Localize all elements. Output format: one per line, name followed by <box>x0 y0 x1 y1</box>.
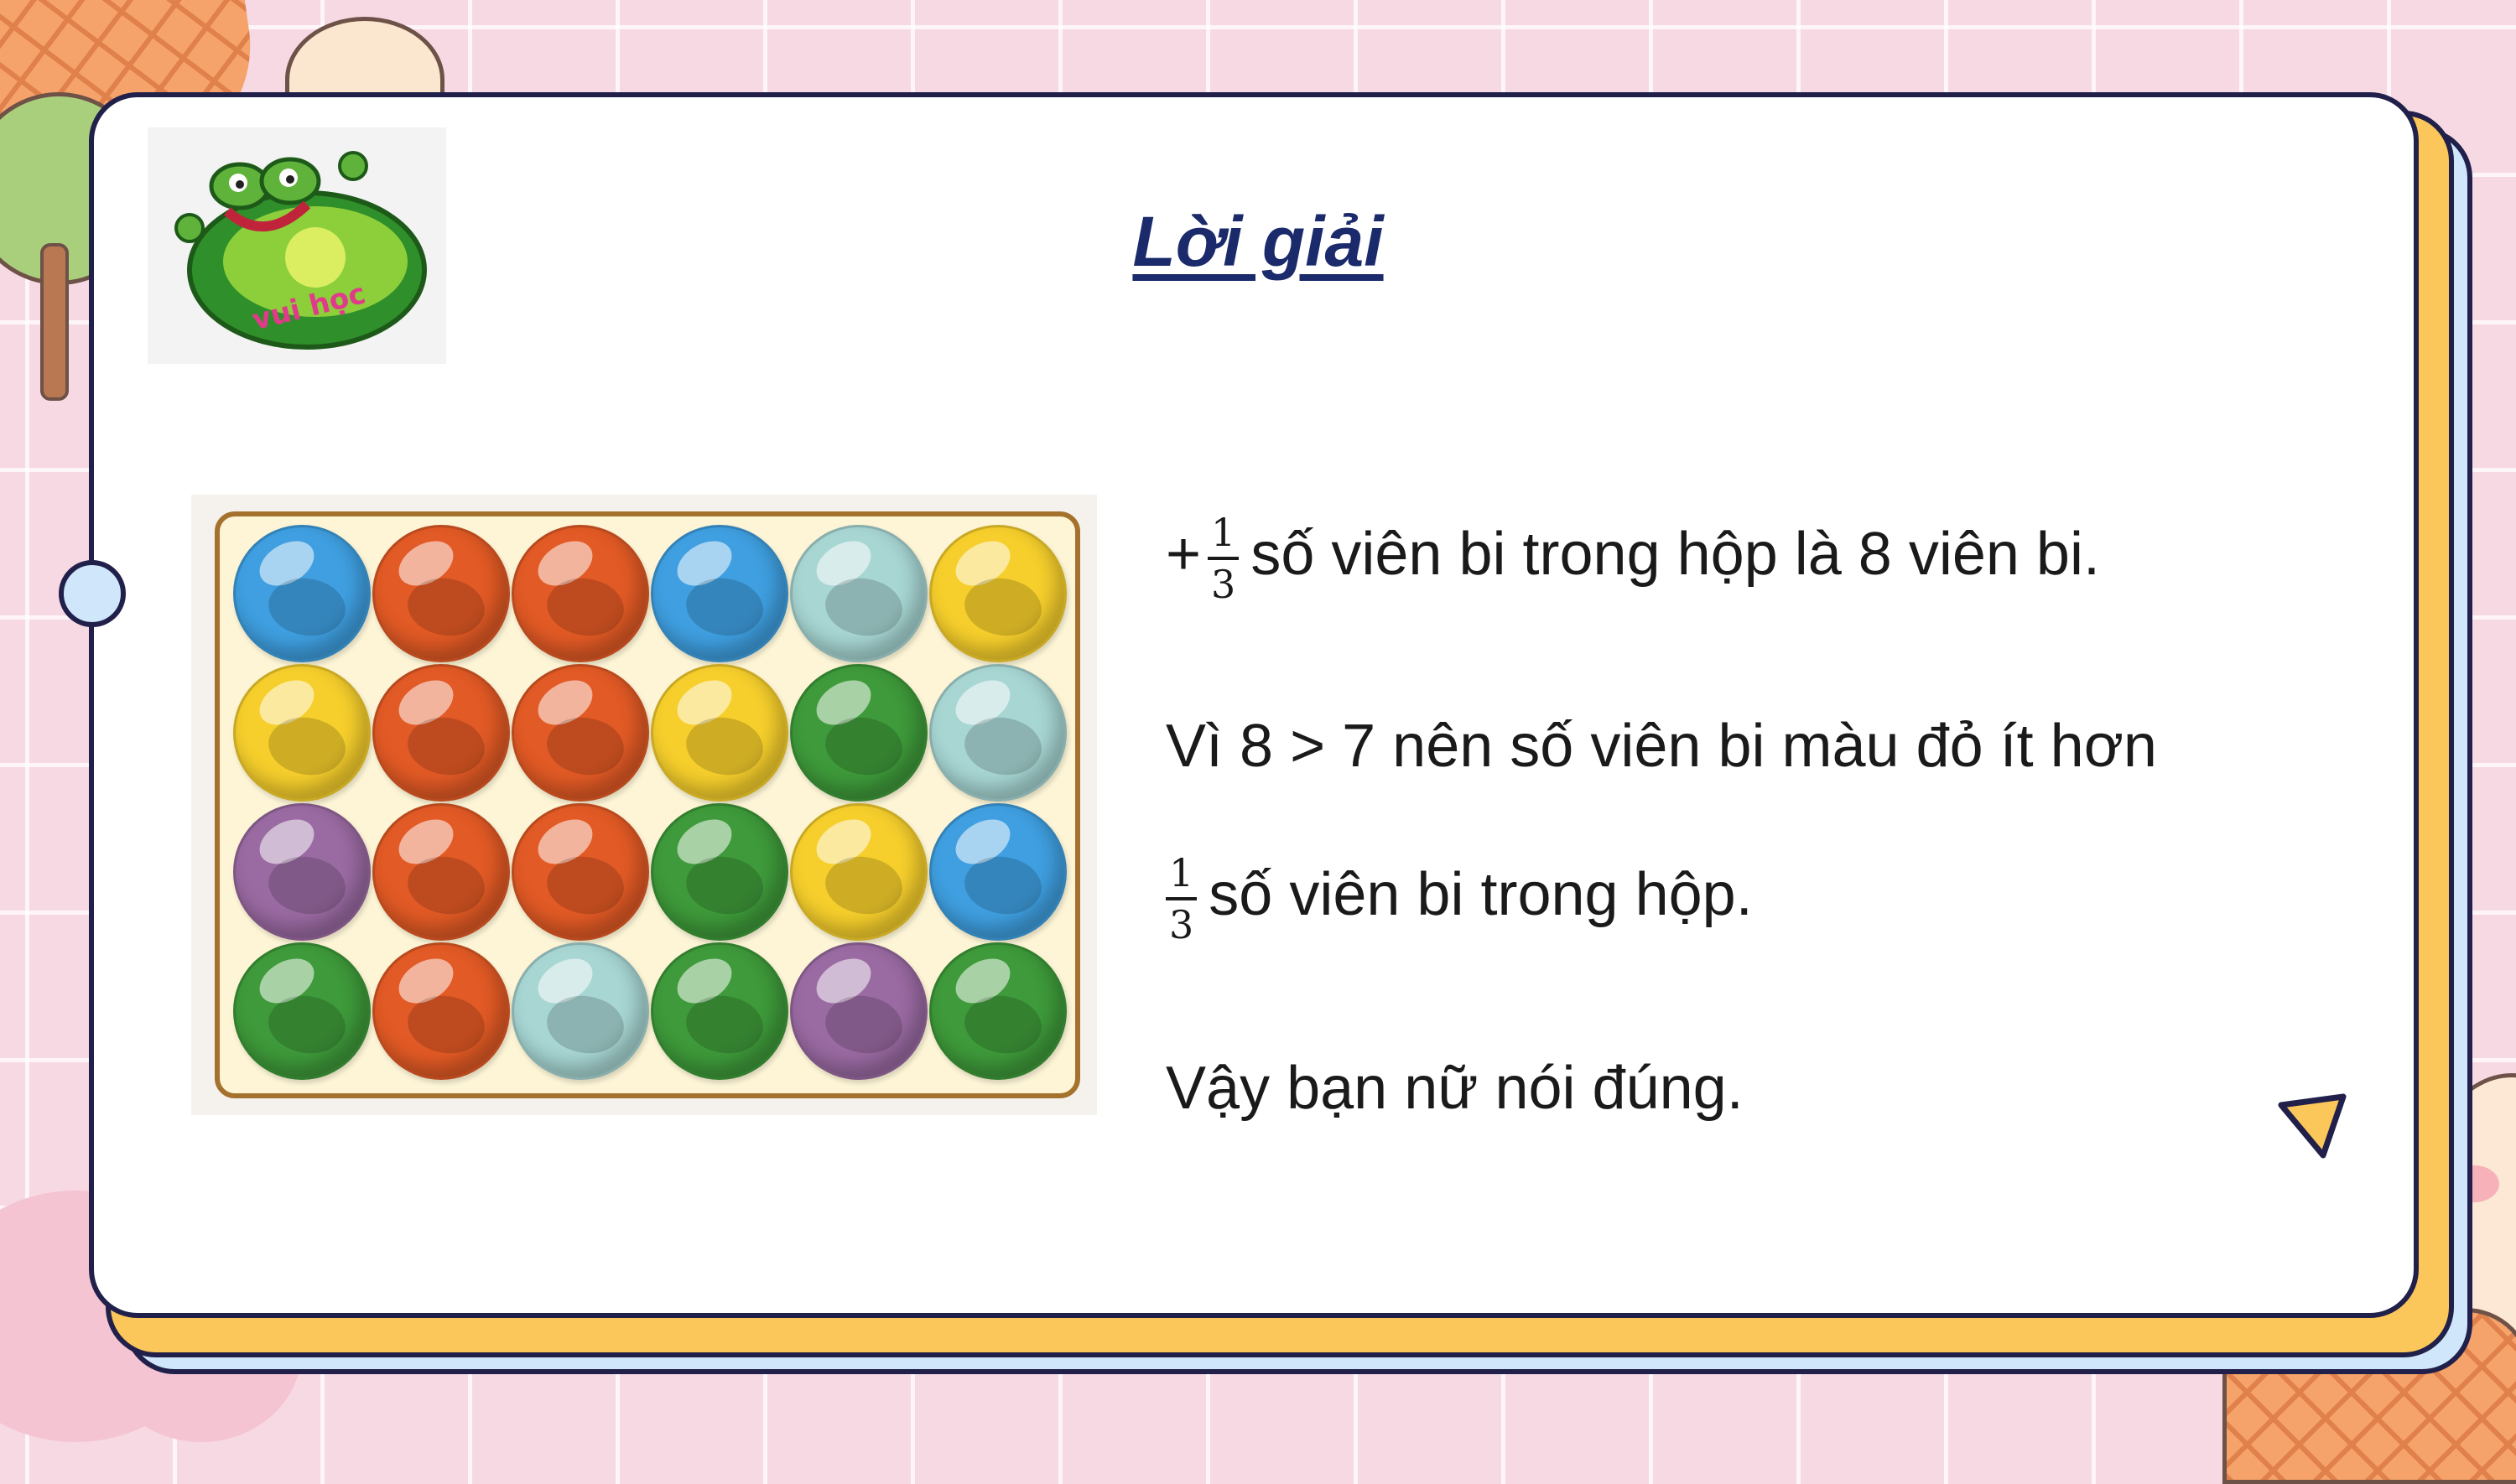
marble-red <box>372 664 510 802</box>
marble-box <box>215 511 1080 1098</box>
fraction-numerator: 1 <box>1166 854 1198 900</box>
marble-red <box>512 803 649 941</box>
line-4: Vậy bạn nữ nói đúng. <box>1166 1058 1744 1118</box>
marble-red <box>372 942 510 1080</box>
marble-red <box>372 525 510 662</box>
marble-purple <box>790 942 928 1080</box>
marble-grid <box>233 525 1068 1082</box>
marble-red <box>372 803 510 941</box>
line-3-text: số viên bi trong hộp. <box>1209 861 1753 929</box>
line-2-text: Vì 8 > 7 nên số viên bi màu đỏ ít hơn <box>1166 713 2157 780</box>
line-3: 1 3 số viên bi trong hộp. <box>1166 854 1753 944</box>
marble-red <box>512 664 649 802</box>
logo-graphic: vui học <box>174 151 427 350</box>
marble-teal <box>512 942 649 1080</box>
popsicle-stick-decoration <box>40 243 69 401</box>
fraction-one-third: 13 <box>1166 854 1198 947</box>
marble-green <box>929 942 1067 1080</box>
marble-red <box>512 525 649 662</box>
marble-yellow <box>651 664 788 802</box>
triangle-play-icon[interactable] <box>2274 1090 2350 1165</box>
marble-blue <box>651 525 788 662</box>
marble-purple <box>233 803 371 941</box>
marble-green <box>651 803 788 941</box>
marble-blue <box>929 803 1067 941</box>
line-2: Vì 8 > 7 nên số viên bi màu đỏ ít hơn <box>1166 716 2157 776</box>
marble-yellow <box>233 664 371 802</box>
marble-green <box>651 942 788 1080</box>
fraction-numerator: 1 <box>1208 513 1240 560</box>
fraction-denominator: 3 <box>1169 902 1194 947</box>
marble-green <box>790 664 928 802</box>
page-title: Lời giải <box>1132 202 1384 281</box>
line-1: +1 3 số viên bi trong hộp là 8 viên bi. <box>1166 513 2100 604</box>
fraction-denominator: 3 <box>1211 562 1236 607</box>
marble-yellow <box>929 525 1067 662</box>
marble-blue <box>233 525 371 662</box>
line-4-text: Vậy bạn nữ nói đúng. <box>1166 1055 1744 1122</box>
marble-green <box>233 942 371 1080</box>
fraction-one-third: 13 <box>1208 513 1240 607</box>
marble-yellow <box>790 803 928 941</box>
marble-teal <box>790 525 928 662</box>
ring-icon <box>59 560 126 627</box>
line-1-text: số viên bi trong hộp là 8 viên bi. <box>1250 521 2100 589</box>
line-1-prefix: + <box>1166 521 1202 589</box>
marble-teal <box>929 664 1067 802</box>
frog-lily-pad-logo: vui học <box>148 127 446 364</box>
